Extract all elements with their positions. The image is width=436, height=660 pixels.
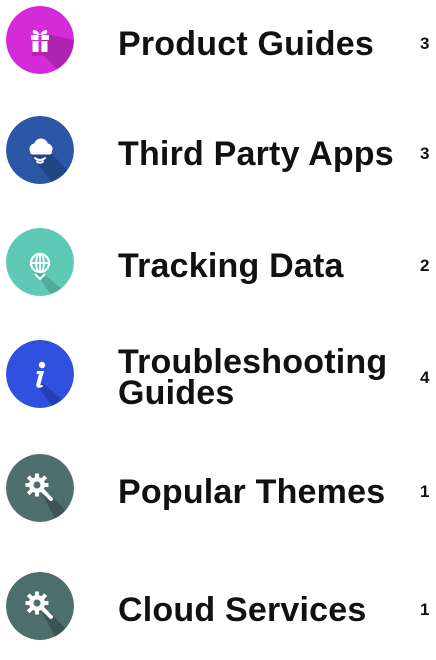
gift-icon [6, 6, 74, 74]
gear-icon [6, 454, 74, 522]
category-count: 2 [420, 256, 430, 275]
category-title: Popular Themes [118, 472, 386, 511]
category-title: Product Guides [118, 24, 374, 63]
category-count: 3 [420, 34, 430, 53]
category-title: Cloud Services [118, 590, 367, 629]
category-list: Product Guides 3 Third Party Apps 3 Trac… [0, 0, 436, 650]
category-title: Third Party Apps [118, 134, 394, 173]
category-count: 1 [420, 482, 430, 501]
category-count: 4 [420, 368, 430, 387]
category-count: 3 [420, 144, 430, 163]
gear-icon [6, 572, 74, 640]
category-item-popular-themes[interactable]: Popular Themes 1 [0, 442, 436, 542]
category-title: Tracking Data [118, 246, 344, 285]
category-item-third-party-apps[interactable]: Third Party Apps 3 [0, 104, 436, 204]
globe-icon [6, 228, 74, 296]
category-count: 1 [420, 600, 430, 619]
cloud-icon [6, 116, 74, 184]
category-item-troubleshooting-guides[interactable]: Troubleshooting Guides 4 [0, 328, 436, 428]
category-title: Troubleshooting Guides [118, 343, 388, 412]
category-item-product-guides[interactable]: Product Guides 3 [0, 0, 436, 94]
info-icon [6, 340, 74, 408]
category-item-cloud-services[interactable]: Cloud Services 1 [0, 560, 436, 660]
category-item-tracking-data[interactable]: Tracking Data 2 [0, 216, 436, 316]
